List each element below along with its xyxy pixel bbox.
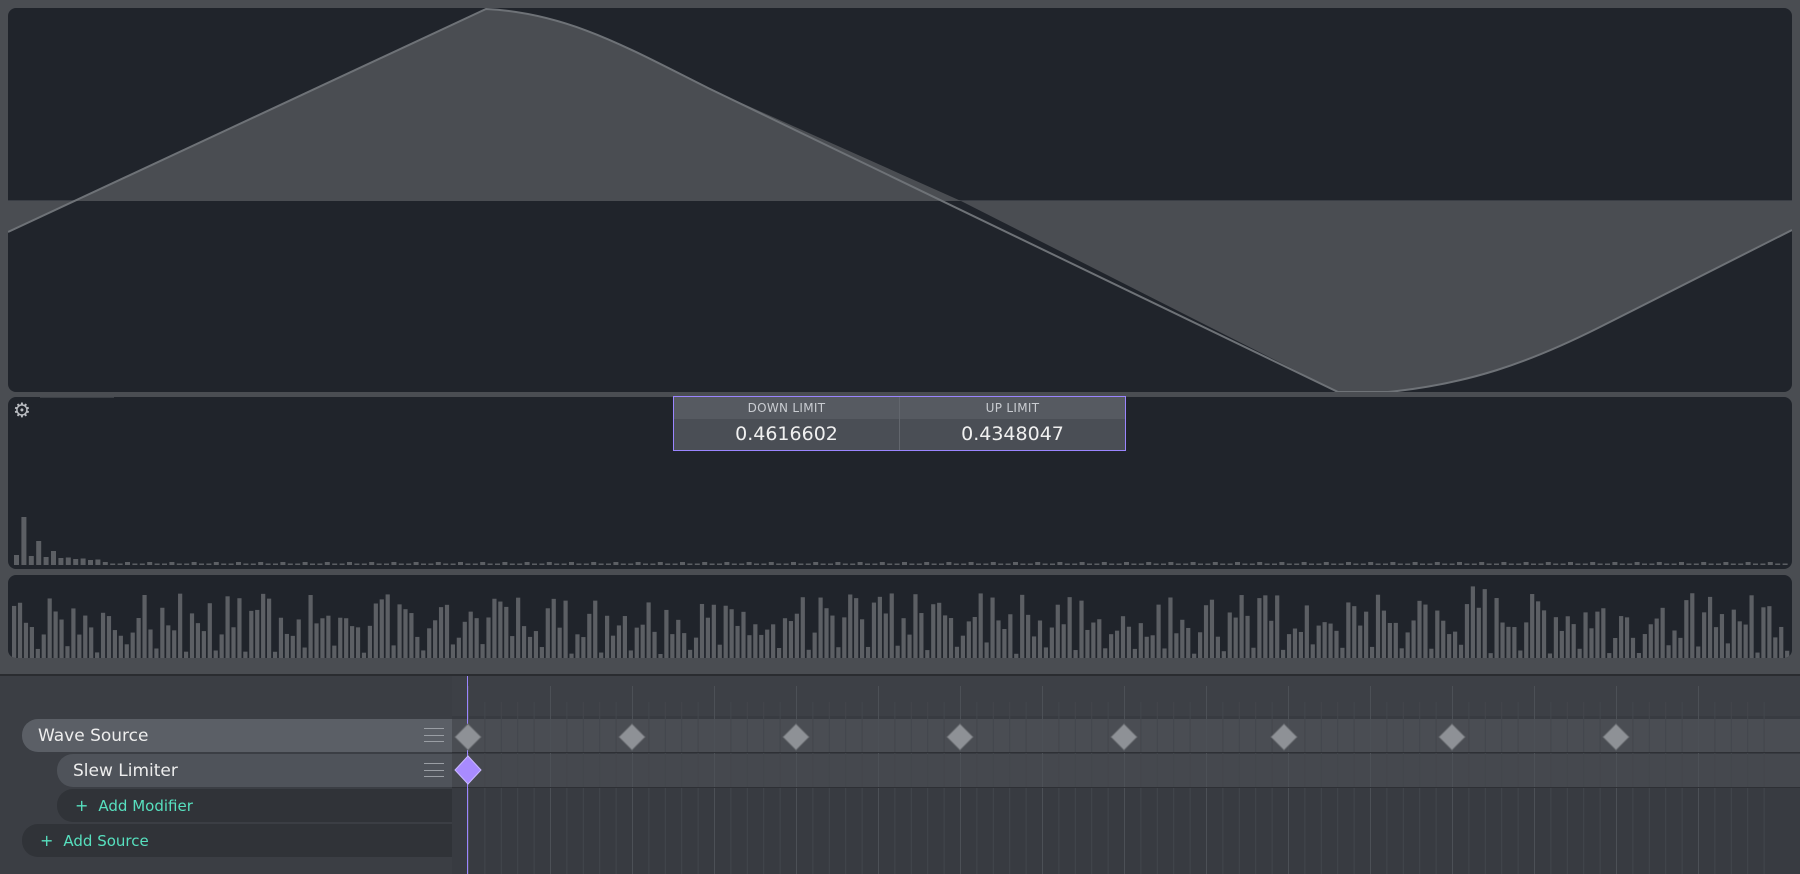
menu-icon[interactable] — [424, 763, 444, 777]
slew-limiter-label: Slew Limiter — [73, 760, 178, 781]
waveform-display — [8, 8, 1792, 392]
track-wave-source[interactable]: Wave Source — [22, 719, 452, 752]
timeline[interactable] — [452, 676, 1800, 874]
parameter-panel: DOWN LIMIT 0.4616602 UP LIMIT 0.4348047 — [673, 396, 1126, 451]
up-limit-label: UP LIMIT — [900, 397, 1125, 419]
add-modifier-button[interactable]: + Add Modifier — [57, 789, 452, 822]
track-slew-limiter[interactable]: Slew Limiter — [57, 754, 452, 787]
add-source-label: Add Source — [63, 831, 149, 850]
sample-display — [8, 575, 1792, 658]
menu-icon[interactable] — [424, 728, 444, 742]
plus-icon: + — [75, 796, 89, 815]
gear-icon[interactable]: ⚙ — [11, 399, 33, 421]
divider — [40, 397, 114, 398]
plus-icon: + — [40, 831, 54, 850]
down-limit-label: DOWN LIMIT — [674, 397, 899, 419]
add-source-button[interactable]: + Add Source — [22, 824, 452, 857]
add-modifier-label: Add Modifier — [98, 796, 193, 815]
wave-source-label: Wave Source — [38, 725, 149, 746]
down-limit-parameter[interactable]: DOWN LIMIT 0.4616602 — [674, 397, 899, 450]
waveform-graph — [8, 8, 1792, 392]
down-limit-value[interactable]: 0.4616602 — [674, 419, 899, 450]
up-limit-value[interactable]: 0.4348047 — [900, 419, 1125, 450]
sample-bars — [12, 586, 1790, 658]
timeline-grid — [452, 676, 1800, 874]
up-limit-parameter[interactable]: UP LIMIT 0.4348047 — [899, 397, 1125, 450]
